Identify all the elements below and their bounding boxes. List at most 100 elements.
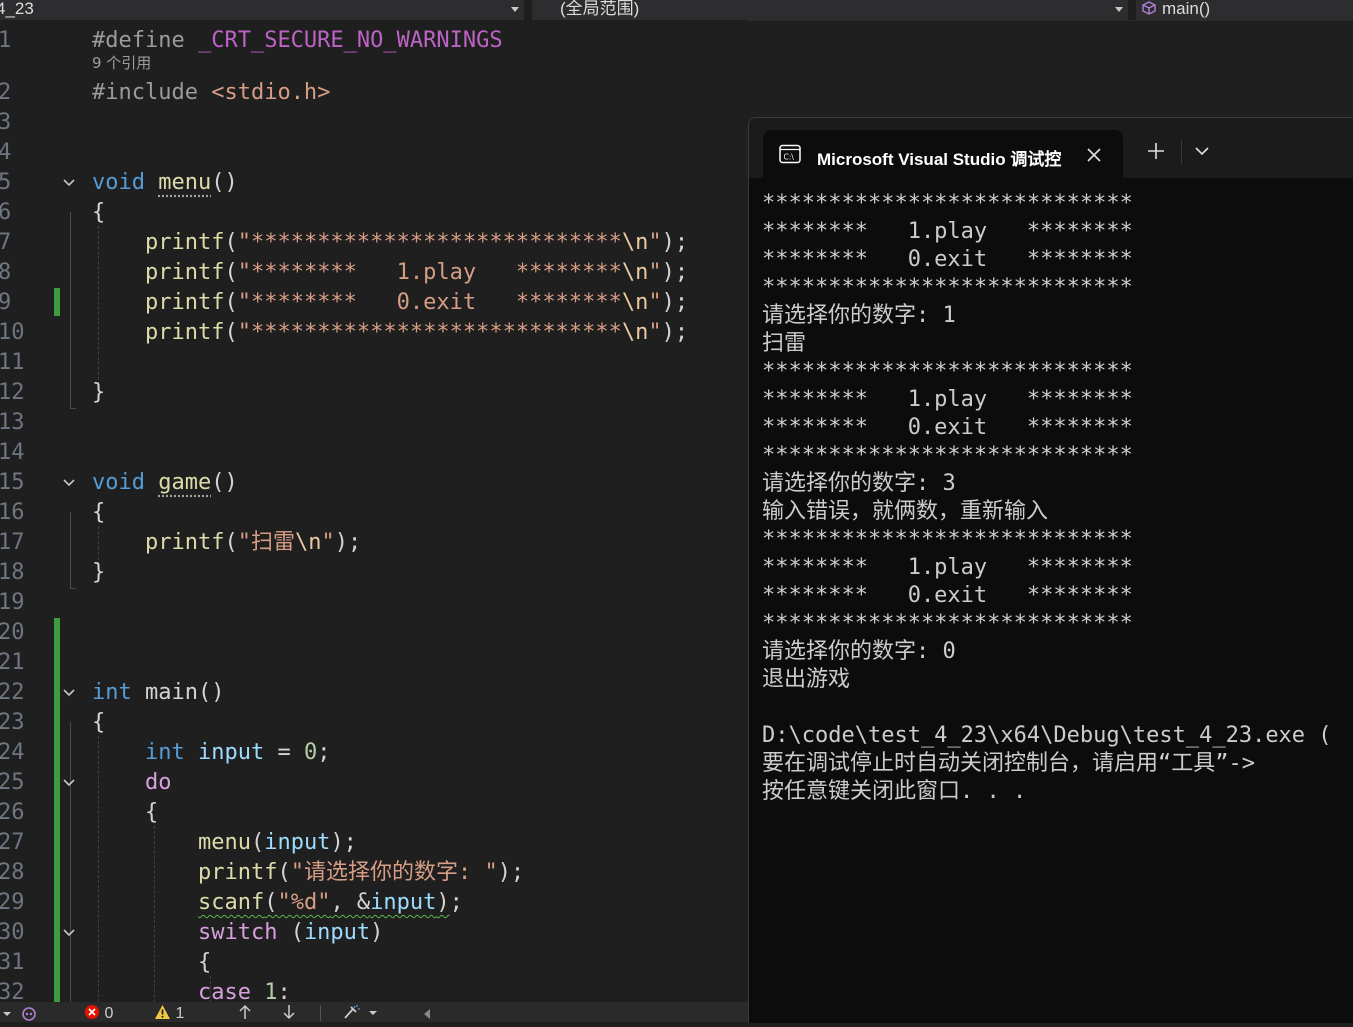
- line-number: 14: [0, 440, 25, 465]
- code-token: input: [197, 740, 265, 765]
- code-line[interactable]: printf("****************************\n")…: [92, 318, 688, 348]
- code-line[interactable]: printf("扫雷\n");: [92, 528, 361, 558]
- code-token: int: [92, 680, 145, 705]
- code-line[interactable]: scanf("%d", &input);: [92, 888, 463, 918]
- code-token: menu: [158, 170, 212, 195]
- fold-chevron-icon[interactable]: [62, 468, 78, 498]
- code-line[interactable]: int main(): [92, 678, 224, 708]
- code-editor[interactable]: 9 个引用 1 #define _CRT_SECURE_NO_WARNINGS 2 #…: [0, 20, 748, 1002]
- code-token: );: [497, 860, 525, 885]
- code-line[interactable]: case 1:: [92, 978, 291, 1002]
- code-token: );: [661, 290, 689, 315]
- close-icon[interactable]: [1085, 146, 1103, 164]
- code-cleanup-icon[interactable]: [342, 1004, 378, 1022]
- line-number: 4: [0, 140, 12, 165]
- file-dropdown[interactable]: 4_23: [0, 0, 524, 20]
- code-token: \n: [621, 320, 649, 345]
- code-line[interactable]: }: [92, 558, 105, 588]
- code-token: (: [224, 290, 238, 315]
- code-line[interactable]: void menu(): [92, 168, 238, 198]
- code-token: (: [224, 230, 238, 255]
- line-number: 21: [0, 650, 25, 675]
- console-line: 请选择你的数字: 0: [762, 639, 956, 664]
- console-tab[interactable]: C:\ Microsoft Visual Studio 调试控: [763, 130, 1123, 178]
- line-number: 13: [0, 410, 25, 435]
- console-line: ****************************: [762, 611, 1133, 636]
- code-token: (: [290, 920, 304, 945]
- line-number: 24: [0, 740, 25, 765]
- scope-dropdown[interactable]: (全局范围): [532, 0, 1128, 20]
- line-number: 7: [0, 230, 12, 255]
- scope-outline: [70, 512, 76, 589]
- console-line: 请选择你的数字: 3: [762, 471, 956, 496]
- code-line[interactable]: printf("******** 1.play ********\n");: [92, 258, 688, 288]
- fold-chevron-icon[interactable]: [62, 768, 78, 798]
- code-token: "******** 1.play ********: [237, 260, 622, 285]
- code-line[interactable]: #define _CRT_SECURE_NO_WARNINGS: [92, 26, 503, 56]
- code-line[interactable]: switch (input): [92, 918, 383, 948]
- line-number: 32: [0, 980, 25, 1002]
- code-line[interactable]: menu(input);: [92, 828, 357, 858]
- code-token: (: [224, 260, 238, 285]
- line-number: 28: [0, 860, 25, 885]
- line-number: 6: [0, 200, 12, 225]
- line-number: 12: [0, 380, 25, 405]
- code-token: case: [197, 980, 265, 1002]
- fold-chevron-icon[interactable]: [62, 918, 78, 948]
- code-token: );: [661, 320, 689, 345]
- console-line: D:\code\test_4_23\x64\Debug\test_4_23.ex…: [762, 723, 1332, 748]
- code-token: ": [648, 260, 662, 285]
- code-line[interactable]: }: [92, 378, 105, 408]
- code-token: int: [144, 740, 198, 765]
- code-token: #define: [92, 28, 198, 53]
- scroll-left-icon[interactable]: [422, 1007, 432, 1025]
- chevron-down-icon[interactable]: [2, 1006, 12, 1024]
- code-token: =: [264, 740, 304, 765]
- code-line[interactable]: do: [92, 768, 172, 798]
- code-token: ;: [317, 740, 331, 765]
- warning-count[interactable]: 1: [154, 1004, 184, 1022]
- line-number: 29: [0, 890, 25, 915]
- code-line[interactable]: printf("****************************\n")…: [92, 228, 688, 258]
- code-line[interactable]: void game(): [92, 468, 238, 498]
- line-number: 10: [0, 320, 25, 345]
- line-number: 2: [0, 80, 12, 105]
- code-line[interactable]: {: [92, 198, 105, 228]
- code-token: {: [92, 200, 106, 225]
- code-token: input: [370, 890, 437, 915]
- code-token: {: [92, 500, 106, 525]
- function-dropdown[interactable]: main(): [1136, 0, 1353, 20]
- new-tab-plus-icon[interactable]: [1145, 140, 1167, 162]
- codelens-references[interactable]: 9 个引用: [92, 53, 151, 73]
- debug-console-window[interactable]: C:\ Microsoft Visual Studio 调试控 ********…: [748, 117, 1353, 1023]
- line-number: 16: [0, 500, 25, 525]
- code-line[interactable]: {: [92, 498, 105, 528]
- code-line[interactable]: int input = 0;: [92, 738, 330, 768]
- line-number: 25: [0, 770, 25, 795]
- code-line[interactable]: {: [92, 708, 105, 738]
- fold-chevron-icon[interactable]: [62, 168, 78, 198]
- console-tab-title: Microsoft Visual Studio 调试控: [817, 150, 1062, 169]
- chevron-down-icon[interactable]: [1193, 142, 1211, 160]
- code-token: 0: [303, 740, 318, 765]
- code-token: printf: [197, 860, 278, 885]
- code-token: <stdio.h>: [211, 80, 331, 105]
- fold-chevron-icon[interactable]: [62, 678, 78, 708]
- code-line[interactable]: {: [92, 798, 158, 828]
- line-number: 27: [0, 830, 25, 855]
- code-line[interactable]: printf("请选择你的数字: ");: [92, 858, 524, 888]
- error-count[interactable]: 0: [84, 1004, 113, 1022]
- copilot-icon[interactable]: [20, 1004, 38, 1022]
- arrow-down-icon[interactable]: [282, 1004, 296, 1022]
- change-marker: [54, 618, 60, 1002]
- code-line[interactable]: {: [92, 948, 211, 978]
- code-line[interactable]: printf("******** 0.exit ********\n");: [92, 288, 688, 318]
- code-line[interactable]: #include <stdio.h>: [92, 78, 330, 108]
- svg-text:C:\: C:\: [784, 153, 795, 162]
- code-token: :: [277, 980, 291, 1002]
- arrow-up-icon[interactable]: [238, 1004, 252, 1022]
